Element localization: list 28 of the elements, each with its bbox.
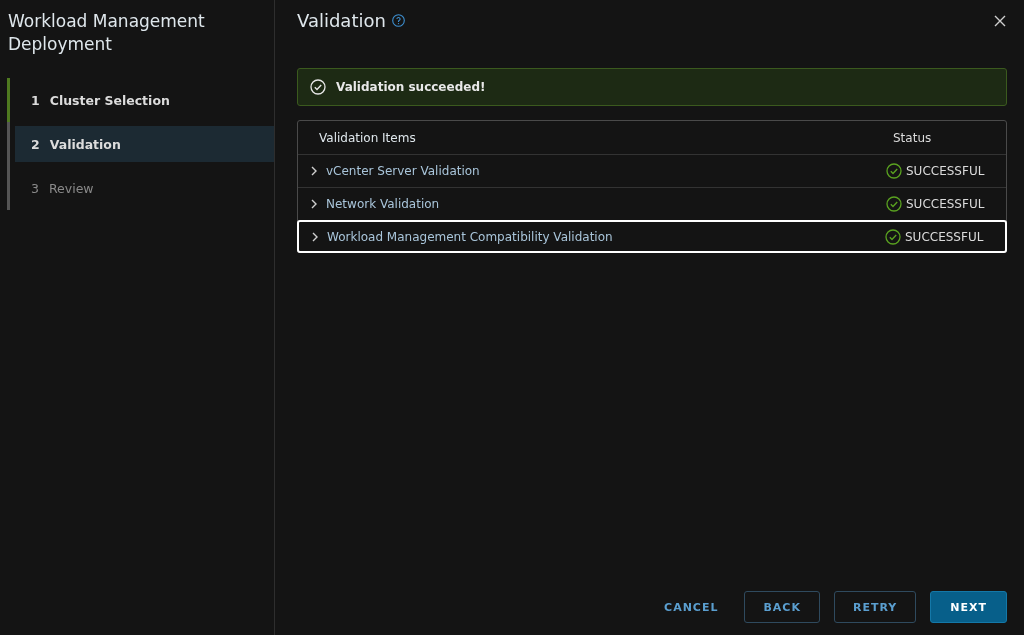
table-row[interactable]: vCenter Server Validation SUCCESSFUL <box>298 154 1006 187</box>
check-circle-icon <box>886 196 902 212</box>
outline-button[interactable]: BACK <box>744 591 820 623</box>
primary-button[interactable]: NEXT <box>930 591 1007 623</box>
page-title: Validation <box>297 10 386 31</box>
status-text: SUCCESSFUL <box>905 229 984 244</box>
chevron-right-icon[interactable] <box>310 166 318 176</box>
column-header: Status <box>893 130 932 145</box>
chevron-right-icon[interactable] <box>311 231 319 242</box>
table-cell: vCenter Server Validation <box>326 164 480 178</box>
check-circle-icon <box>886 163 902 179</box>
column-header: Validation Items <box>319 130 416 145</box>
check-circle-icon <box>885 228 901 245</box>
table-cell: Workload Management Compatibility Validation <box>327 229 613 244</box>
wizard-step[interactable]: 1 Cluster Selection <box>7 78 274 122</box>
close-button[interactable] <box>993 13 1007 28</box>
status-text: SUCCESSFUL <box>906 164 985 178</box>
wizard-title: Workload Management Deployment <box>8 10 206 56</box>
chevron-right-icon[interactable] <box>310 199 318 209</box>
table-row[interactable]: Workload Management Compatibility Validation SUCCESSFUL <box>297 220 1007 253</box>
help-icon[interactable] <box>391 14 405 27</box>
outline-button[interactable]: RETRY <box>833 591 917 623</box>
table-row[interactable]: Network Validation SUCCESSFUL <box>298 187 1006 220</box>
alert-text: Validation succeeded! <box>336 80 486 94</box>
cancel-link[interactable]: CANCEL <box>652 591 731 623</box>
check-circle-icon <box>310 79 326 95</box>
table-cell: Network Validation <box>326 197 440 211</box>
status-text: SUCCESSFUL <box>906 197 985 211</box>
